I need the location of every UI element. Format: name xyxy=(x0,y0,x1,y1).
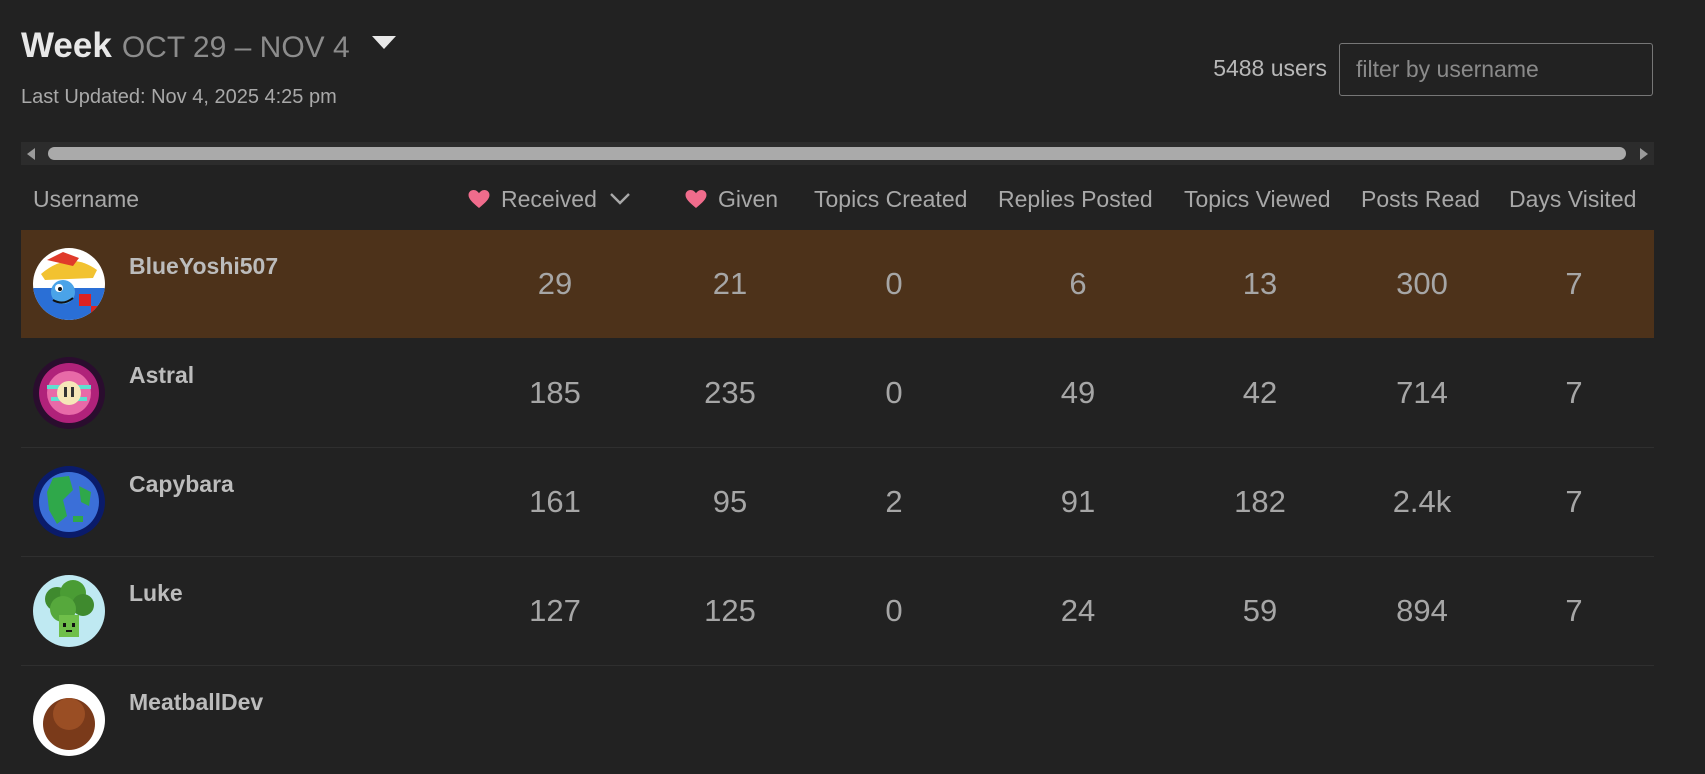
table-row-current-user: BlueYoshi507 29 21 0 6 13 300 7 xyxy=(21,230,1654,338)
cell-given: 21 xyxy=(712,266,748,301)
user-count: 5488 users xyxy=(1213,55,1327,81)
user-avatar-image xyxy=(33,248,105,320)
filter-username-input[interactable] xyxy=(1339,43,1653,96)
username-link[interactable]: MeatballDev xyxy=(129,689,263,716)
col-replies-posted[interactable]: Replies Posted xyxy=(998,186,1153,213)
cell-received: 29 xyxy=(537,266,573,301)
title-row: Week OCT 29 – NOV 4 xyxy=(21,26,396,66)
col-topics-viewed[interactable]: Topics Viewed xyxy=(1184,186,1331,213)
cell-posts-read: 894 xyxy=(1396,593,1448,628)
username-link[interactable]: Luke xyxy=(129,580,183,607)
cell-given: 95 xyxy=(712,484,748,519)
avatar[interactable] xyxy=(33,248,105,320)
cell-topics-viewed: 13 xyxy=(1242,266,1278,301)
username-link[interactable]: Capybara xyxy=(129,471,234,498)
cell-given: 125 xyxy=(704,593,756,628)
avatar[interactable] xyxy=(33,357,105,429)
cell-given: 235 xyxy=(704,375,756,410)
last-updated: Last Updated: Nov 4, 2025 4:25 pm xyxy=(21,86,337,108)
table-header: Username Received Given Topics Created R… xyxy=(21,176,1654,222)
cell-replies-posted: 91 xyxy=(1060,484,1096,519)
scroll-left-arrow-icon[interactable] xyxy=(27,148,35,160)
cell-replies-posted: 6 xyxy=(1069,266,1087,301)
date-range: OCT 29 – NOV 4 xyxy=(121,31,350,64)
col-topics-created[interactable]: Topics Created xyxy=(814,186,967,213)
username-link[interactable]: BlueYoshi507 xyxy=(129,253,278,280)
cell-posts-read: 2.4k xyxy=(1392,484,1452,519)
cell-topics-created: 0 xyxy=(885,266,903,301)
period-label: Week xyxy=(21,26,112,65)
cell-topics-created: 0 xyxy=(885,593,903,628)
col-days-visited[interactable]: Days Visited xyxy=(1509,186,1636,213)
scroll-right-arrow-icon[interactable] xyxy=(1640,148,1648,160)
col-received-label: Received xyxy=(501,186,597,212)
avatar[interactable] xyxy=(33,466,105,538)
period-dropdown-caret-icon[interactable] xyxy=(371,36,396,49)
cell-days-visited: 7 xyxy=(1565,484,1583,519)
user-avatar-image xyxy=(33,357,105,429)
col-username[interactable]: Username xyxy=(33,186,139,213)
username-link[interactable]: Astral xyxy=(129,362,194,389)
user-avatar-image xyxy=(33,575,105,647)
user-avatar-image xyxy=(33,684,105,756)
cell-posts-read: 300 xyxy=(1396,266,1448,301)
avatar[interactable] xyxy=(33,575,105,647)
cell-posts-read: 714 xyxy=(1396,375,1448,410)
heart-icon xyxy=(468,189,490,209)
cell-replies-posted: 24 xyxy=(1060,593,1096,628)
col-given-label: Given xyxy=(718,186,779,212)
cell-replies-posted: 49 xyxy=(1060,375,1096,410)
cell-topics-viewed: 42 xyxy=(1242,375,1278,410)
cell-topics-viewed: 182 xyxy=(1234,484,1286,519)
cell-received: 161 xyxy=(529,484,581,519)
avatar[interactable] xyxy=(33,684,105,756)
table-row: Astral 185 235 0 49 42 714 7 xyxy=(21,339,1654,448)
table-row: Capybara 161 95 2 91 182 2.4k 7 xyxy=(21,448,1654,557)
cell-days-visited: 7 xyxy=(1565,266,1583,301)
scrollbar-thumb[interactable] xyxy=(48,147,1626,160)
table-row: MeatballDev xyxy=(21,666,1654,774)
col-given[interactable]: Given xyxy=(684,186,778,213)
cell-days-visited: 7 xyxy=(1565,593,1583,628)
cell-topics-viewed: 59 xyxy=(1242,593,1278,628)
col-posts-read[interactable]: Posts Read xyxy=(1361,186,1480,213)
heart-icon xyxy=(685,189,707,209)
table-row: Luke 127 125 0 24 59 894 7 xyxy=(21,557,1654,666)
cell-received: 127 xyxy=(529,593,581,628)
cell-days-visited: 7 xyxy=(1565,375,1583,410)
horizontal-scrollbar[interactable] xyxy=(21,142,1654,165)
user-avatar-image xyxy=(33,466,105,538)
chevron-down-icon xyxy=(610,193,630,205)
cell-topics-created: 2 xyxy=(885,484,903,519)
cell-topics-created: 0 xyxy=(885,375,903,410)
cell-received: 185 xyxy=(529,375,581,410)
col-received[interactable]: Received xyxy=(467,186,631,213)
